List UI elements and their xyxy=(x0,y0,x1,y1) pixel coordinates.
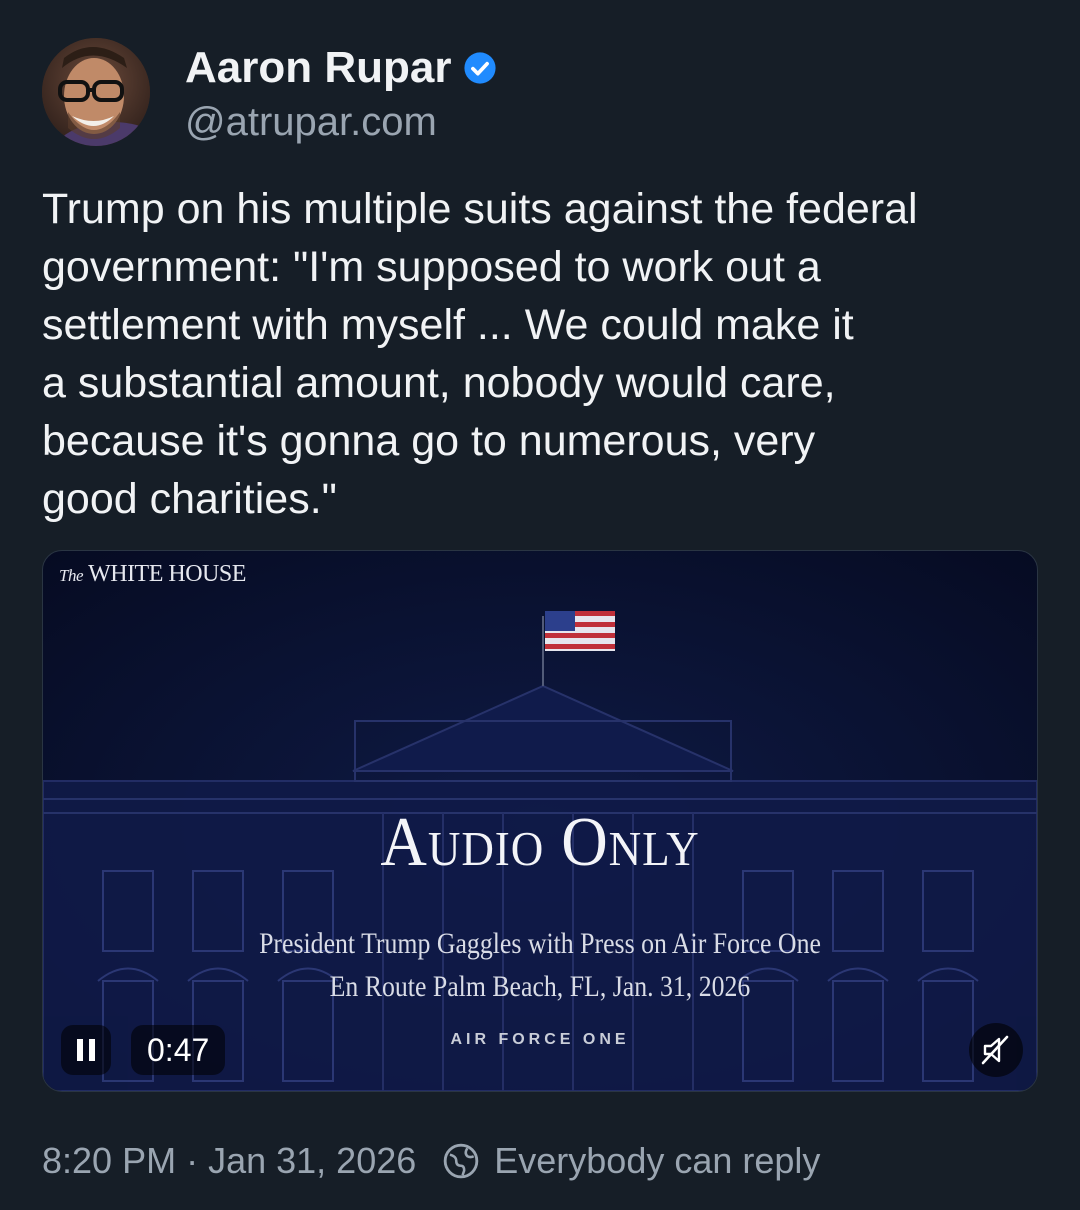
pause-icon xyxy=(77,1039,95,1061)
author-handle[interactable]: @atrupar.com xyxy=(185,96,437,148)
post-time: 8:20 PM xyxy=(42,1140,177,1181)
video-headline: Audio Only xyxy=(380,804,700,881)
video-subtitle-line1: President Trump Gaggles with Press on Ai… xyxy=(259,927,821,960)
post-date: Jan 31, 2026 xyxy=(208,1140,417,1181)
author-name[interactable]: Aaron Rupar xyxy=(185,40,497,96)
reply-setting[interactable]: Everybody can reply xyxy=(494,1138,820,1184)
brand-prefix: The xyxy=(59,566,84,585)
author-name-text: Aaron Rupar xyxy=(185,43,452,92)
unmute-button[interactable] xyxy=(969,1023,1023,1077)
flag-icon xyxy=(545,611,615,651)
video-subtitle-line2: En Route Palm Beach, FL, Jan. 31, 2026 xyxy=(329,970,751,1003)
video-player[interactable]: The WHITE HOUSE Audio Only President Tru… xyxy=(42,550,1038,1092)
meta-separator: · xyxy=(186,1140,199,1181)
post-meta: 8:20 PM · Jan 31, 2026 Everybody can rep… xyxy=(42,1138,820,1184)
globe-icon xyxy=(444,1143,479,1179)
white-house-brand: The WHITE HOUSE xyxy=(59,561,246,588)
avatar[interactable] xyxy=(42,38,150,146)
post-text: Trump on his multiple suits against the … xyxy=(42,185,918,523)
pause-button[interactable] xyxy=(61,1025,111,1075)
video-elapsed-time: 0:47 xyxy=(131,1025,226,1075)
post-thread-item: Aaron Rupar @atrupar.com Trump on his mu… xyxy=(0,0,1080,1210)
brand-name: WHITE HOUSE xyxy=(88,561,246,587)
verified-badge-icon xyxy=(464,52,497,84)
muted-speaker-icon xyxy=(981,1035,1009,1065)
